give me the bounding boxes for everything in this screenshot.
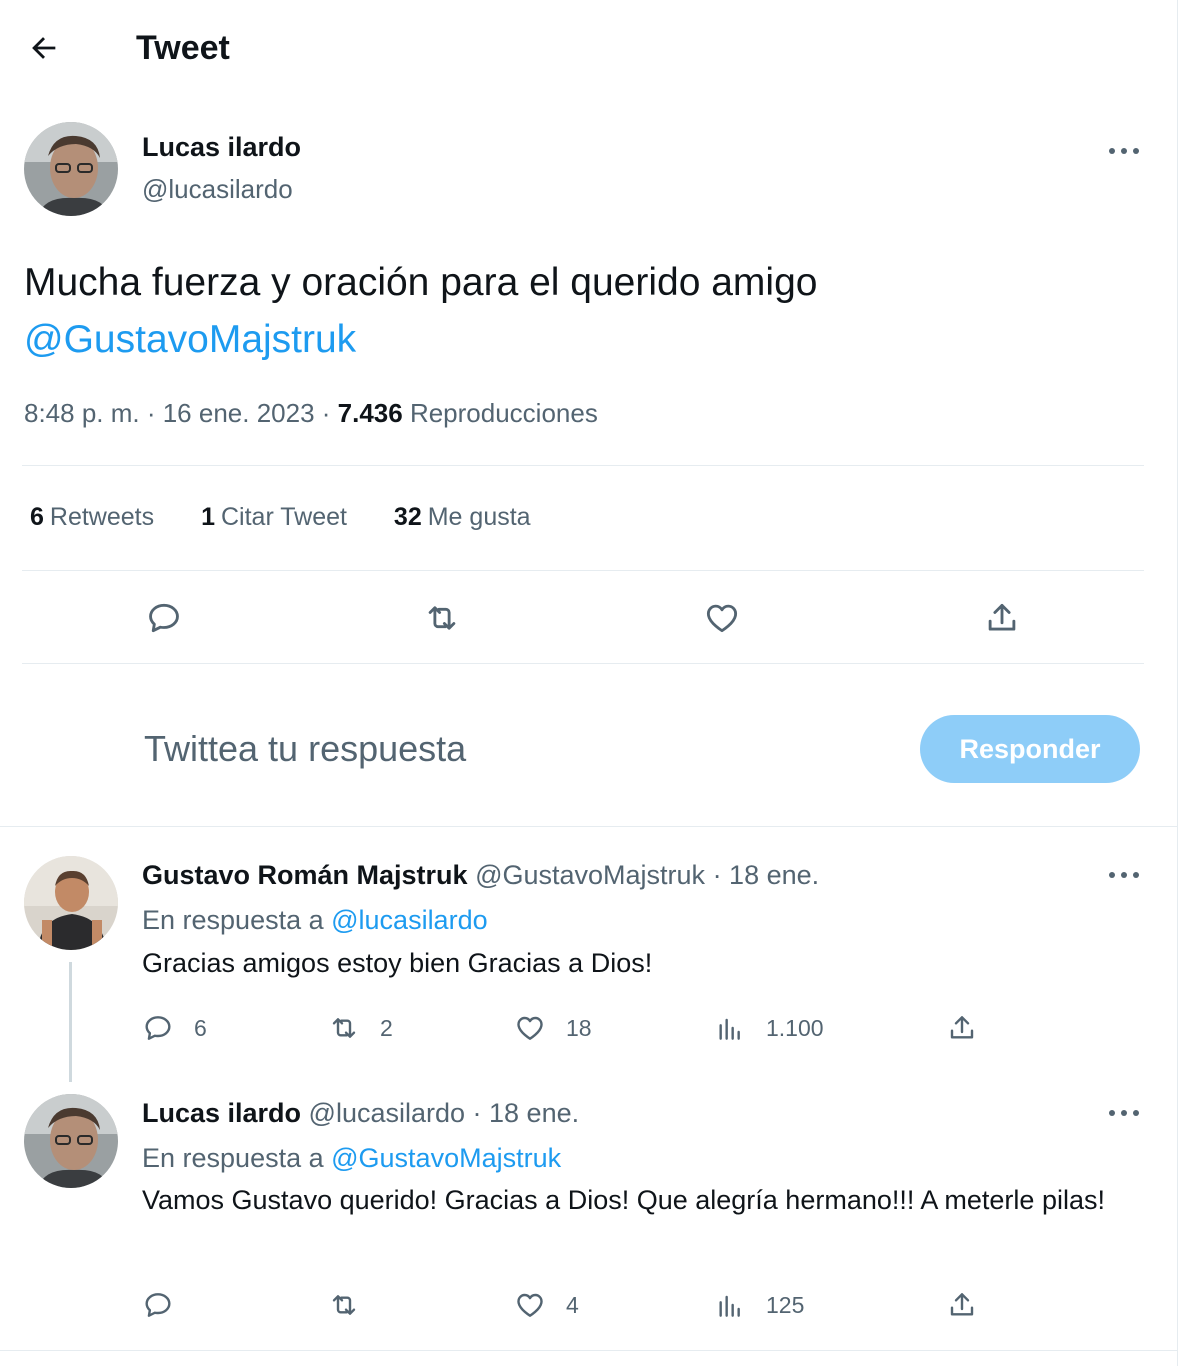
- tweet-timestamp[interactable]: 8:48 p. m. · 16 ene. 2023 ·: [24, 398, 338, 428]
- stat-likes[interactable]: 32 Me gusta: [394, 503, 531, 532]
- reply-author-name[interactable]: Gustavo Román Majstruk: [142, 860, 468, 890]
- mention-link[interactable]: @GustavoMajstruk: [331, 1143, 561, 1173]
- heart-icon: [706, 604, 738, 633]
- reply-author-handle[interactable]: @GustavoMajstruk: [468, 860, 705, 890]
- avatar[interactable]: [24, 856, 118, 950]
- reply-button[interactable]: [142, 1285, 194, 1325]
- reply-icon: [145, 1293, 171, 1317]
- reply-header: Gustavo Román Majstruk @GustavoMajstruk …: [142, 860, 819, 891]
- reply-icon: [149, 603, 179, 633]
- reply-header: Lucas ilardo @lucasilardo · 18 ene.: [142, 1098, 579, 1129]
- tweet-meta: 8:48 p. m. · 16 ene. 2023 · 7.436 Reprod…: [24, 398, 598, 429]
- like-count: 18: [566, 1014, 592, 1041]
- avatar[interactable]: [24, 122, 118, 216]
- share-button[interactable]: [946, 1285, 978, 1325]
- tweet-body: Mucha fuerza y oración para el querido a…: [24, 261, 818, 304]
- stat-quote-tweets[interactable]: 1 Citar Tweet: [201, 503, 347, 532]
- views-label: Reproducciones: [402, 398, 598, 428]
- divider: [0, 1350, 1178, 1351]
- retweet-icon: [332, 1018, 356, 1038]
- mention-link[interactable]: @GustavoMajstruk: [24, 318, 356, 361]
- reply-date[interactable]: · 18 ene.: [705, 860, 820, 890]
- engagement-stats: 6 Retweets 1 Citar Tweet 32 Me gusta: [30, 503, 571, 532]
- reply-date[interactable]: · 18 ene.: [465, 1098, 580, 1128]
- more-options-button[interactable]: [1104, 136, 1144, 166]
- share-button[interactable]: [946, 1008, 978, 1048]
- more-options-button[interactable]: [1104, 860, 1144, 890]
- more-dots-icon: [1109, 1110, 1139, 1116]
- divider: [22, 465, 1144, 466]
- like-count: 4: [566, 1291, 579, 1318]
- like-button[interactable]: [700, 596, 744, 640]
- retweet-button[interactable]: 2: [328, 1008, 393, 1048]
- reply-action-bar: 6 2 18 1.100: [142, 1008, 1002, 1048]
- more-options-button[interactable]: [1104, 1098, 1144, 1128]
- reply-composer-input[interactable]: [144, 728, 844, 770]
- avatar[interactable]: [24, 1094, 118, 1188]
- page-title: Tweet: [136, 29, 230, 67]
- author-handle[interactable]: @lucasilardo: [142, 174, 293, 205]
- reply-button[interactable]: 6: [142, 1008, 207, 1048]
- reply-author-name[interactable]: Lucas ilardo: [142, 1098, 301, 1128]
- replying-to: En respuesta a @GustavoMajstruk: [142, 1143, 562, 1173]
- replying-to: En respuesta a @lucasilardo: [142, 905, 488, 935]
- retweet-button[interactable]: [420, 596, 464, 640]
- tweet-action-bar: [22, 572, 1144, 662]
- avatar-photo: [24, 122, 118, 216]
- like-button[interactable]: 18: [514, 1008, 592, 1048]
- share-button[interactable]: [980, 596, 1024, 640]
- reply-text: Vamos Gustavo querido! Gracias a Dios! Q…: [142, 1185, 1105, 1215]
- views-count: 1.100: [766, 1014, 824, 1041]
- heart-icon: [517, 1016, 543, 1040]
- like-button[interactable]: 4: [514, 1285, 579, 1325]
- more-dots-icon: [1109, 148, 1139, 154]
- divider: [0, 826, 1178, 827]
- share-icon: [950, 1293, 974, 1316]
- page-header: Tweet: [0, 0, 1178, 96]
- analytics-icon: [719, 1018, 740, 1040]
- tweet-detail-page: Tweet Lucas ilardo @lucasilardo Mucha fu…: [0, 0, 1178, 1366]
- analytics-icon: [719, 1295, 740, 1317]
- reply-submit-button[interactable]: Responder: [920, 715, 1140, 783]
- retweet-icon: [332, 1295, 356, 1315]
- retweet-count: 2: [380, 1014, 393, 1041]
- reply-button[interactable]: [142, 596, 186, 640]
- reply-count: 6: [194, 1014, 207, 1041]
- divider: [22, 663, 1144, 664]
- reply-action-bar: 4 125: [142, 1285, 1002, 1325]
- retweet-icon: [428, 606, 456, 630]
- thread-connector: [69, 962, 72, 1082]
- more-dots-icon: [1109, 872, 1139, 878]
- reply-text: Gracias amigos estoy bien Gracias a Dios…: [142, 948, 653, 978]
- mention-link[interactable]: @lucasilardo: [331, 905, 487, 935]
- views-count: 7.436: [337, 398, 403, 428]
- avatar-photo: [24, 856, 118, 950]
- reply-icon: [145, 1016, 171, 1040]
- views-button[interactable]: 125: [714, 1285, 804, 1325]
- share-icon: [988, 603, 1016, 631]
- arrow-left-icon: [32, 37, 56, 59]
- avatar-photo: [24, 1094, 118, 1188]
- reply-author-handle[interactable]: @lucasilardo: [301, 1098, 465, 1128]
- tweet-text: Mucha fuerza y oración para el querido a…: [24, 254, 1144, 368]
- divider: [22, 570, 1144, 571]
- views-count: 125: [766, 1291, 805, 1318]
- share-icon: [950, 1016, 974, 1039]
- views-button[interactable]: 1.100: [714, 1008, 824, 1048]
- back-button[interactable]: [22, 26, 66, 70]
- heart-icon: [517, 1293, 543, 1317]
- author-name[interactable]: Lucas ilardo: [142, 132, 301, 163]
- retweet-button[interactable]: [328, 1285, 380, 1325]
- stat-retweets[interactable]: 6 Retweets: [30, 503, 154, 532]
